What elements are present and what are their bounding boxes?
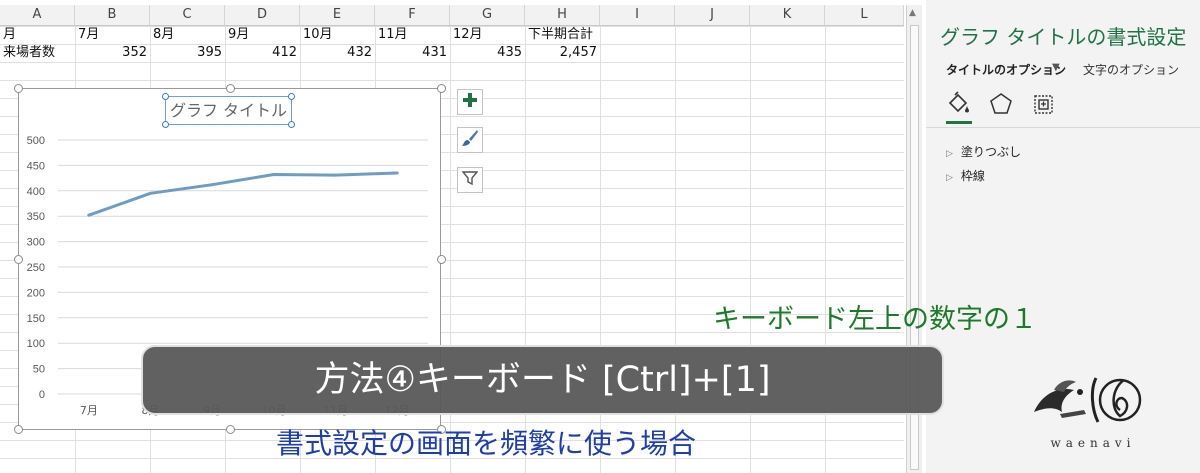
data-point[interactable]: [149, 191, 152, 195]
data-point[interactable]: [272, 173, 276, 177]
y-tick-label: 400: [27, 186, 45, 198]
data-point[interactable]: [334, 173, 337, 177]
logo-text: waenavi: [1050, 436, 1136, 450]
section-border-label: 枠線: [960, 169, 985, 183]
chart-title[interactable]: グラフ タイトル: [166, 97, 291, 124]
series-line[interactable]: [88, 171, 398, 217]
paintbrush-icon: [461, 129, 479, 151]
chart-filters-button[interactable]: [457, 167, 483, 193]
title-resize-handle[interactable]: [162, 93, 169, 100]
chevron-down-icon[interactable]: ▼: [1052, 62, 1060, 73]
tab-title-options[interactable]: タイトルのオプション: [946, 61, 1066, 78]
y-tick-label: 0: [39, 389, 45, 401]
keyboard-hint-caption: キーボード左上の数字の１: [713, 304, 1037, 335]
data-point[interactable]: [87, 213, 91, 217]
y-tick-label: 350: [27, 211, 45, 223]
section-fill[interactable]: ▷ 塗りつぶし: [946, 143, 1021, 160]
method-banner: 方法④キーボード [Ctrl]+[1]: [141, 345, 944, 415]
chart-resize-handle[interactable]: [437, 84, 446, 93]
chart-elements-button[interactable]: [457, 89, 483, 115]
effects-pentagon-icon[interactable]: [988, 91, 1014, 117]
section-border[interactable]: ▷ 枠線: [946, 167, 985, 184]
subtitle-caption: 書式設定の画面を頻繁に使う場合: [276, 427, 697, 460]
chart-resize-handle[interactable]: [14, 255, 23, 264]
waenavi-logo: [1034, 377, 1142, 423]
plus-icon: [462, 92, 478, 112]
active-tab-indicator: [946, 121, 972, 124]
y-tick-label: 50: [33, 364, 45, 376]
expand-arrow-icon: ▷: [946, 173, 953, 183]
data-point[interactable]: [210, 183, 214, 187]
x-tick-label: 7月: [80, 404, 98, 417]
y-tick-label: 100: [27, 338, 45, 350]
y-tick-label: 250: [27, 262, 45, 274]
title-resize-handle[interactable]: [288, 93, 295, 100]
filter-icon: [461, 170, 479, 190]
section-fill-label: 塗りつぶし: [960, 145, 1022, 159]
data-point[interactable]: [395, 171, 399, 175]
banner-text: 方法④キーボード [Ctrl]+[1]: [314, 360, 771, 400]
y-tick-label: 300: [27, 237, 45, 249]
pane-divider: [926, 127, 1200, 128]
fill-line-icon[interactable]: [946, 91, 972, 117]
y-tick-label: 500: [27, 135, 45, 147]
chart-title-selection[interactable]: グラフ タイトル: [165, 96, 292, 125]
chart-resize-handle[interactable]: [226, 84, 235, 93]
title-resize-handle[interactable]: [288, 121, 295, 128]
size-properties-icon[interactable]: [1030, 91, 1056, 117]
pane-title: グラフ タイトルの書式設定: [940, 25, 1187, 49]
y-tick-label: 450: [27, 160, 45, 172]
chart-resize-handle[interactable]: [14, 425, 23, 434]
scroll-up-arrow-icon[interactable]: ▲: [909, 8, 916, 18]
chart-styles-button[interactable]: [457, 127, 483, 153]
tab-text-options[interactable]: 文字のオプション: [1083, 61, 1179, 78]
chart-resize-handle[interactable]: [226, 425, 235, 434]
y-tick-label: 150: [27, 313, 45, 325]
title-resize-handle[interactable]: [162, 121, 169, 128]
y-tick-label: 200: [27, 287, 45, 299]
expand-arrow-icon: ▷: [946, 149, 953, 159]
chart-resize-handle[interactable]: [14, 84, 23, 93]
chart-resize-handle[interactable]: [437, 255, 446, 264]
